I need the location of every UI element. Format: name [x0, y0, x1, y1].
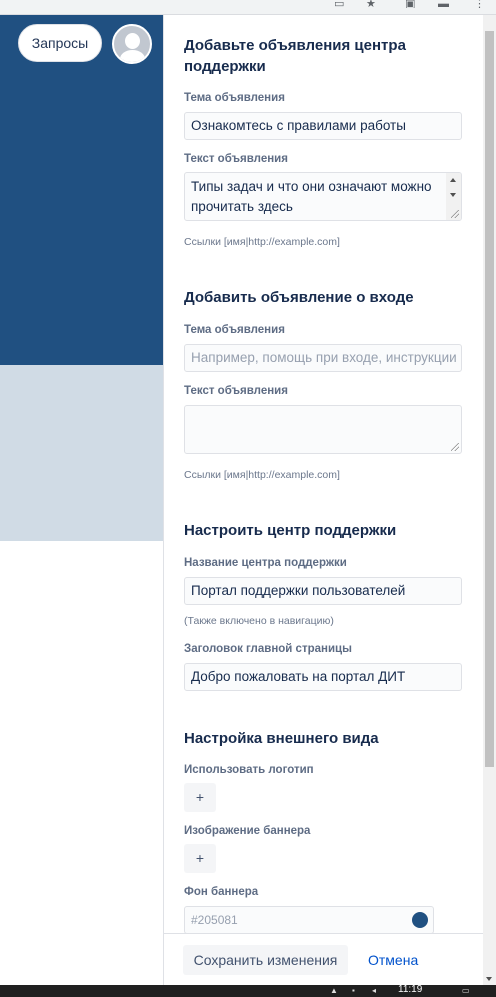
color-swatch[interactable] [412, 912, 428, 928]
page-scrollbar[interactable] [483, 15, 496, 985]
star-icon[interactable]: ★ [366, 0, 380, 8]
network-icon[interactable]: ▪ [352, 987, 355, 995]
home-heading-value: Добро пожаловать на портал ДИТ [191, 669, 406, 684]
login-text-label: Текст объявления [184, 385, 288, 397]
banner-grey [0, 365, 163, 541]
title-line: поддержки [184, 58, 266, 75]
notification-icon[interactable]: ▭ [462, 987, 470, 995]
banner-bg-value: #205081 [191, 913, 238, 927]
os-taskbar: ▲ ▪ ◂ 11:19 ▭ [0, 985, 496, 997]
announcement-links-hint: Ссылки [имя|http://example.com] [184, 236, 340, 248]
login-subject-label: Тема объявления [184, 324, 285, 336]
banner-bg-label: Фон баннера [184, 886, 259, 898]
announcement-text-label: Текст объявления [184, 153, 288, 165]
resize-grip-icon[interactable] [451, 210, 459, 218]
banner-bg-input[interactable]: #205081 [184, 906, 434, 933]
settings-panel: Добавьте объявления центра поддержки Тем… [163, 15, 483, 933]
portal-name-input[interactable]: Портал поддержки пользователей [184, 577, 462, 605]
avatar-head [125, 33, 140, 49]
login-text-input[interactable] [184, 405, 462, 454]
tray-icon[interactable]: ▲ [330, 987, 338, 995]
portal-name-value: Портал поддержки пользователей [191, 583, 406, 598]
announcement-text-input[interactable]: Типы задач и что они означают можно проч… [184, 172, 462, 221]
cancel-link[interactable]: Отмена [368, 945, 418, 975]
banner-blue [0, 15, 163, 365]
scroll-down-icon[interactable] [486, 977, 492, 981]
login-section-title: Добавить объявление о входе [184, 289, 414, 306]
extension-icon[interactable]: ▬ [438, 0, 452, 8]
home-heading-input[interactable]: Добро пожаловать на портал ДИТ [184, 663, 462, 691]
home-heading-label: Заголовок главной страницы [184, 643, 352, 655]
title-line: Добавьте объявления центра [184, 37, 406, 54]
save-button[interactable]: Сохранить изменения [183, 945, 348, 975]
scrollbar-thumb[interactable] [485, 31, 494, 767]
announcement-section-title: Добавьте объявления центра поддержки [184, 35, 406, 77]
appearance-section-title: Настройка внешнего вида [184, 730, 379, 747]
scroll-down-icon[interactable] [450, 193, 456, 197]
resize-grip-icon[interactable] [451, 443, 459, 451]
browser-toolbar: ▭ ★ ▣ ▬ ⋮ [0, 0, 496, 15]
login-subject-placeholder: Например, помощь при входе, инструкции [191, 350, 457, 365]
announcement-text-value: Типы задач и что они означают можно проч… [191, 179, 432, 214]
login-subject-input[interactable]: Например, помощь при входе, инструкции [184, 344, 462, 372]
announcement-subject-value: Ознакомтесь с правилами работы [191, 118, 406, 133]
add-logo-button[interactable]: + [184, 783, 216, 812]
add-banner-button[interactable]: + [184, 844, 216, 873]
announcement-subject-label: Тема объявления [184, 92, 285, 104]
avatar[interactable] [112, 24, 152, 64]
window-icon[interactable]: ▭ [334, 0, 348, 8]
login-links-hint: Ссылки [имя|http://example.com] [184, 469, 340, 481]
avatar-body [120, 50, 145, 62]
setup-section-title: Настроить центр поддержки [184, 522, 397, 539]
portal-name-hint: (Также включено в навигацию) [184, 615, 334, 627]
portal-background: Запросы [0, 15, 163, 985]
portal-name-label: Название центра поддержки [184, 557, 347, 569]
scroll-up-icon[interactable] [450, 178, 456, 182]
window-icon[interactable]: ▣ [405, 0, 419, 8]
banner-image-label: Изображение баннера [184, 825, 311, 837]
announcement-subject-input[interactable]: Ознакомтесь с правилами работы [184, 112, 462, 140]
logo-label: Использовать логотип [184, 764, 314, 776]
clock[interactable]: 11:19 [398, 985, 422, 995]
menu-dots-icon[interactable]: ⋮ [474, 0, 488, 8]
requests-button[interactable]: Запросы [18, 24, 102, 62]
volume-icon[interactable]: ◂ [372, 987, 376, 995]
panel-footer: Сохранить изменения Отмена [163, 933, 483, 985]
